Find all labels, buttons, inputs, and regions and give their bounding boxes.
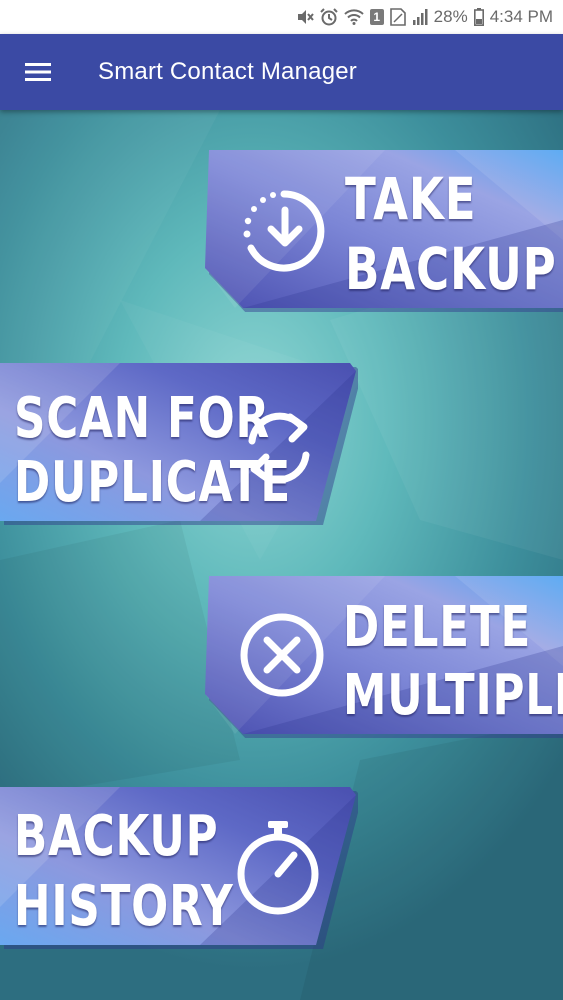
mute-icon: [296, 9, 314, 25]
app-bar: Smart Contact Manager: [0, 34, 563, 110]
take-backup-label-line1: TAKE: [345, 165, 477, 233]
backup-history-button[interactable]: BACKUP HISTORY: [0, 787, 358, 949]
cancel-circle-icon: [240, 613, 324, 697]
take-backup-label-line2: BACKUP: [345, 235, 557, 303]
sim-slot-badge: 1: [369, 9, 384, 25]
alarm-icon: [319, 8, 338, 26]
delete-multiple-button[interactable]: DELETE MULTIPLE: [205, 576, 563, 738]
download-clock-icon: [243, 190, 325, 272]
hamburger-menu-icon: [25, 63, 51, 81]
scan-duplicate-button[interactable]: SCAN FOR DUPLICATE: [0, 363, 358, 525]
clock-time: 4:34 PM: [489, 7, 553, 26]
stopwatch-icon: [237, 821, 319, 915]
take-backup-button[interactable]: TAKE BACKUP: [205, 150, 563, 312]
battery-icon: [473, 8, 484, 26]
delete-multiple-label-line1: DELETE: [343, 595, 532, 660]
backup-history-label-line1: BACKUP: [14, 804, 219, 869]
wifi-icon: [343, 9, 364, 25]
status-bar: 1 28% 4:34 PM: [0, 0, 563, 34]
app-title: Smart Contact Manager: [98, 58, 357, 85]
hamburger-menu-button[interactable]: [0, 34, 76, 110]
backup-history-label-line2: HISTORY: [14, 874, 234, 939]
battery-percent: 28%: [433, 7, 468, 26]
signal-icon: [412, 9, 428, 25]
sim-icon: [389, 8, 406, 26]
delete-multiple-label-line2: MULTIPLE: [343, 663, 563, 728]
refresh-icon: [248, 412, 310, 484]
